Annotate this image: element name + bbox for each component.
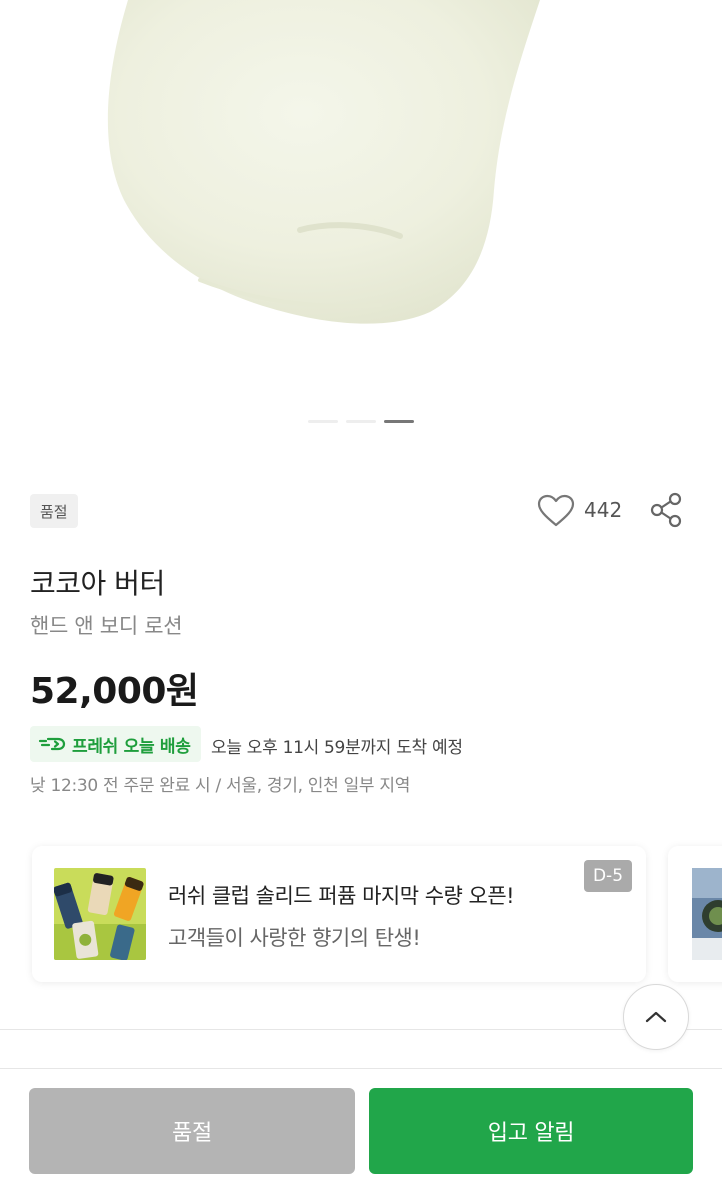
chevron-up-icon xyxy=(645,1011,667,1023)
carousel-dot[interactable] xyxy=(308,420,338,423)
d-day-badge: D-5 xyxy=(584,860,632,892)
delivery-eta: 오늘 오후 11시 59분까지 도착 예정 xyxy=(211,738,463,758)
bottom-action-bar: 품절 입고 알림 xyxy=(0,1068,722,1200)
promo-banner-card[interactable]: 러쉬 클럽 솔리드 퍼퓸 마지막 수량 오픈! 고객들이 사랑한 향기의 탄생!… xyxy=(32,846,646,982)
like-count: 442 xyxy=(584,498,623,522)
sold-out-button[interactable]: 품절 xyxy=(29,1088,355,1174)
product-image-carousel[interactable] xyxy=(0,0,722,460)
section-divider xyxy=(0,1029,722,1030)
carousel-dot[interactable] xyxy=(346,420,376,423)
heart-icon xyxy=(537,494,575,527)
promo-subtitle: 고객들이 사랑한 향기의 탄생! xyxy=(168,926,421,950)
fresh-delivery-badge: 프레쉬 오늘 배송 xyxy=(30,726,201,762)
like-button[interactable] xyxy=(536,492,576,530)
fresh-delivery-label: 프레쉬 오늘 배송 xyxy=(72,736,191,757)
product-title: 코코아 버터 xyxy=(30,567,165,600)
promo-title: 러쉬 클럽 솔리드 퍼퓸 마지막 수량 오픈! xyxy=(168,884,515,908)
product-category: 핸드 앤 보디 로션 xyxy=(30,614,183,638)
carousel-dot-active[interactable] xyxy=(384,420,414,423)
scroll-to-top-button[interactable] xyxy=(623,984,689,1050)
restock-notify-button[interactable]: 입고 알림 xyxy=(369,1088,693,1174)
product-price: 52,000원 xyxy=(30,671,199,712)
carousel-indicators xyxy=(0,420,722,428)
lotion-swatch-image xyxy=(107,0,540,324)
promo-thumbnail xyxy=(692,868,722,960)
promo-thumbnail xyxy=(54,868,146,960)
status-badge: 품절 xyxy=(30,494,78,528)
share-icon xyxy=(650,492,682,528)
share-button[interactable] xyxy=(646,490,686,530)
promo-banner-card-next[interactable] xyxy=(668,846,722,982)
product-detail-page: 품절 442 코코아 버터 핸드 앤 보디 로션 52,000원 프레쉬 오늘 … xyxy=(0,0,722,1200)
delivery-note: 낮 12:30 전 주문 완료 시 / 서울, 경기, 인천 일부 지역 xyxy=(30,776,411,796)
fresh-delivery-icon xyxy=(38,737,66,751)
